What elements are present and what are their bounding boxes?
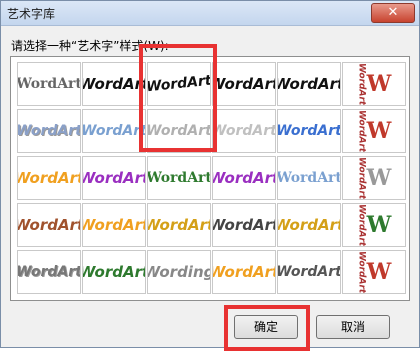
wordart-style-4-4[interactable]: WordArt xyxy=(212,203,276,247)
wordart-sample-text: WordArt xyxy=(277,170,341,186)
wordart-sample-text: WordArt xyxy=(82,75,146,93)
wordart-sample-text: WordArt xyxy=(212,169,276,187)
wordart-style-3-6[interactable]: WordArt W xyxy=(342,156,406,200)
close-icon: ✕ xyxy=(387,5,399,20)
wordart-sample-text: WordArt xyxy=(147,170,211,186)
wordart-style-5-6[interactable]: WordArt W xyxy=(342,250,406,294)
wordart-sample-text: WordArt xyxy=(212,216,276,234)
wordart-sample-text: WordArt xyxy=(17,264,81,280)
ok-highlight xyxy=(224,305,310,351)
cancel-button[interactable]: 取消 xyxy=(316,315,390,339)
wordart-sample-text: WordArt xyxy=(82,169,146,187)
wordart-sample-text: WordArt xyxy=(17,216,81,234)
wordart-w-glyph: W xyxy=(366,118,392,144)
wordart-w-glyph: W xyxy=(366,212,392,238)
wordart-sample-text: WordArt xyxy=(277,216,341,234)
wordart-style-5-1[interactable]: WordArt xyxy=(17,250,81,294)
vertical-wordart-text: WordArt xyxy=(356,203,367,247)
close-button[interactable]: ✕ xyxy=(371,3,415,23)
selection-highlight xyxy=(139,44,217,152)
wordart-gallery-dialog: 艺术字库 ✕ 请选择一种“艺术字”样式(W): WordArt WordArt Wo… xyxy=(0,0,420,351)
wordart-sample-text: WordArt xyxy=(212,123,276,139)
wordart-style-2-2[interactable]: WordArt xyxy=(82,109,146,153)
wordart-style-1-4[interactable]: WordArt xyxy=(212,62,276,106)
wordart-style-5-4[interactable]: WordArt xyxy=(212,250,276,294)
wordart-sample-text: Wording xyxy=(147,263,211,281)
wordart-style-3-4[interactable]: WordArt xyxy=(212,156,276,200)
wordart-style-4-3[interactable]: WordArt xyxy=(147,203,211,247)
wordart-style-1-2[interactable]: WordArt xyxy=(82,62,146,106)
vertical-wordart-text: WordArt xyxy=(356,62,367,106)
vertical-wordart-text: WordArt xyxy=(356,156,367,200)
wordart-sample-text: WordArt xyxy=(82,263,146,281)
wordart-style-4-5[interactable]: WordArt xyxy=(277,203,341,247)
wordart-sample-text: WordArt xyxy=(17,123,81,139)
wordart-style-1-6[interactable]: WordArt W xyxy=(342,62,406,106)
window-title: 艺术字库 xyxy=(7,7,56,21)
wordart-sample-text: WordArt xyxy=(147,216,211,234)
wordart-sample-text: WordArt xyxy=(277,123,341,139)
wordart-style-3-2[interactable]: WordArt xyxy=(82,156,146,200)
wordart-style-3-1[interactable]: WordArt xyxy=(17,156,81,200)
wordart-style-1-5[interactable]: WordArt xyxy=(277,62,341,106)
wordart-style-5-5[interactable]: WordArt xyxy=(277,250,341,294)
wordart-sample-text: WordArt xyxy=(212,75,276,93)
wordart-style-5-3[interactable]: Wording xyxy=(147,250,211,294)
wordart-style-1-1[interactable]: WordArt xyxy=(17,62,81,106)
wordart-style-2-1[interactable]: WordArt xyxy=(17,109,81,153)
wordart-w-glyph: W xyxy=(366,259,392,285)
wordart-style-2-5[interactable]: WordArt xyxy=(277,109,341,153)
wordart-style-2-6[interactable]: WordArt W xyxy=(342,109,406,153)
wordart-sample-text: WordArt xyxy=(17,76,81,92)
wordart-sample-text: WordArt xyxy=(277,75,341,93)
wordart-w-glyph: W xyxy=(366,165,392,191)
wordart-sample-text: WordArt xyxy=(82,123,146,139)
wordart-style-4-6[interactable]: WordArt W xyxy=(342,203,406,247)
wordart-style-5-2[interactable]: WordArt xyxy=(82,250,146,294)
wordart-style-2-4[interactable]: WordArt xyxy=(212,109,276,153)
title-bar: 艺术字库 ✕ xyxy=(1,1,419,26)
wordart-sample-text: WordArt xyxy=(212,263,276,281)
wordart-style-3-3[interactable]: WordArt xyxy=(147,156,211,200)
wordart-sample-text: WordArt xyxy=(277,264,341,280)
wordart-style-3-5[interactable]: WordArt xyxy=(277,156,341,200)
wordart-style-4-2[interactable]: WordArt xyxy=(82,203,146,247)
vertical-wordart-text: WordArt xyxy=(356,250,367,294)
vertical-wordart-text: WordArt xyxy=(356,109,367,153)
wordart-sample-text: WordArt xyxy=(82,216,146,234)
wordart-style-4-1[interactable]: WordArt xyxy=(17,203,81,247)
wordart-sample-text: WordArt xyxy=(17,169,81,187)
wordart-w-glyph: W xyxy=(366,71,392,97)
